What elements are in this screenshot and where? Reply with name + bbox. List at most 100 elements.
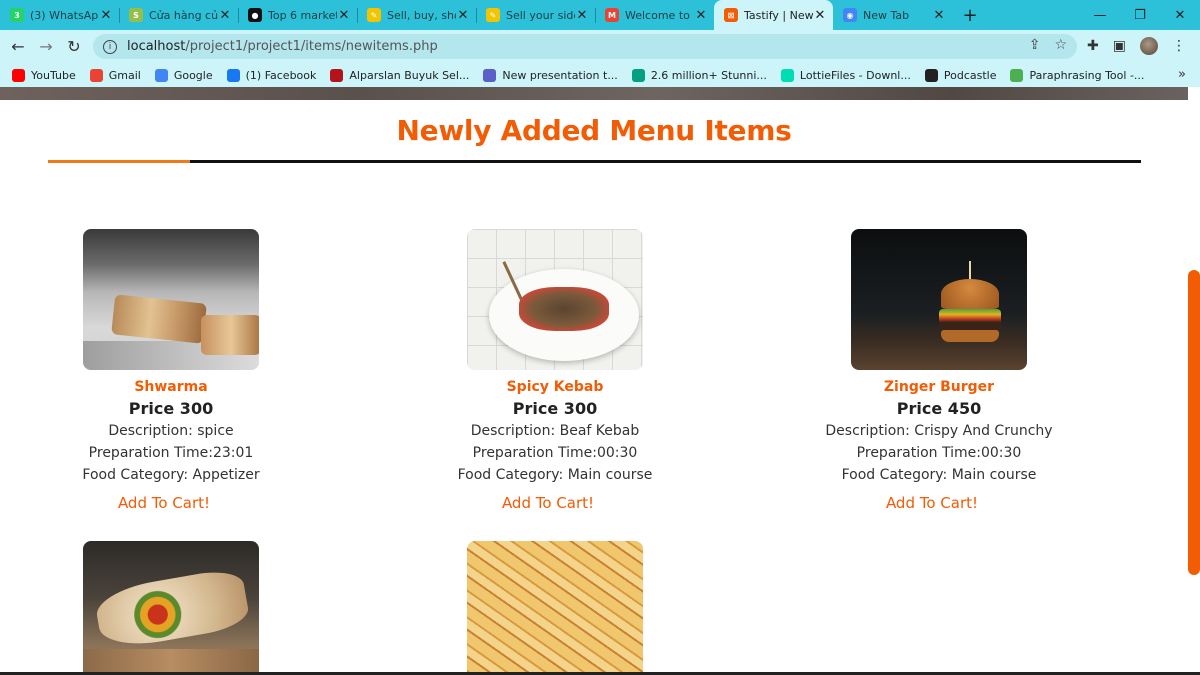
close-tab-icon[interactable]: ✕ bbox=[99, 8, 113, 23]
close-tab-icon[interactable]: ✕ bbox=[337, 8, 351, 23]
close-tab-icon[interactable]: ✕ bbox=[932, 8, 946, 23]
bookmark-item[interactable]: YouTube bbox=[12, 68, 76, 82]
side-panel-icon[interactable]: ▣ bbox=[1113, 38, 1126, 54]
bookmark-favicon-icon bbox=[226, 68, 240, 82]
item-prep-time: Preparation Time:00:30 bbox=[472, 445, 638, 461]
bookmark-item[interactable]: New presentation t... bbox=[483, 68, 618, 82]
bookmark-favicon-icon bbox=[924, 68, 938, 82]
item-price: Price 300 bbox=[512, 399, 598, 418]
whatsapp-icon: 3 bbox=[10, 8, 24, 22]
item-prep-time: Preparation Time:00:30 bbox=[856, 445, 1022, 461]
add-to-cart-button[interactable]: Add To Cart! bbox=[118, 494, 210, 512]
bookmark-star-icon[interactable]: ☆ bbox=[1054, 37, 1067, 53]
new-tab-button[interactable]: + bbox=[956, 0, 984, 30]
tab-title: (3) WhatsApp bbox=[30, 8, 99, 22]
bookmark-item[interactable]: Paraphrasing Tool -... bbox=[1010, 68, 1145, 82]
bookmark-label: Google bbox=[173, 68, 213, 82]
gmail-icon: M bbox=[605, 8, 619, 22]
bookmark-favicon-icon bbox=[483, 68, 497, 82]
restore-button[interactable]: ❐ bbox=[1120, 0, 1160, 30]
bookmark-item[interactable]: Gmail bbox=[89, 68, 141, 82]
browser-tab[interactable]: M Welcome to S ✕ bbox=[595, 0, 714, 30]
bookmark-label: Paraphrasing Tool -... bbox=[1029, 68, 1145, 82]
bookmarks-more-button[interactable]: » bbox=[1178, 67, 1186, 82]
minimize-button[interactable]: — bbox=[1080, 0, 1120, 30]
scrollbar-thumb[interactable] bbox=[1188, 270, 1200, 575]
bookmark-label: (1) Facebook bbox=[245, 68, 317, 82]
browser-tab[interactable]: ⊠ Tastify | New ✕ bbox=[714, 0, 833, 30]
menu-item-card: Spicy Kebab Price 300 Description: Beaf … bbox=[405, 229, 705, 512]
menu-item-card bbox=[21, 541, 321, 675]
close-tab-icon[interactable]: ✕ bbox=[694, 8, 708, 23]
bookmark-item[interactable]: Podcastle bbox=[924, 68, 997, 82]
item-category: Food Category: Appetizer bbox=[82, 467, 260, 483]
bookmark-item[interactable]: Google bbox=[154, 68, 213, 82]
item-price: Price 450 bbox=[896, 399, 982, 418]
bookmark-label: Gmail bbox=[108, 68, 141, 82]
close-window-button[interactable]: ✕ bbox=[1160, 0, 1200, 30]
site-info-icon[interactable]: i bbox=[103, 39, 117, 54]
browser-tab[interactable]: ✎ Sell, buy, sho ✕ bbox=[357, 0, 476, 30]
tab-title: Cửa hàng của bbox=[149, 8, 218, 22]
menu-item-card: Zinger Burger Price 450 Description: Cri… bbox=[789, 229, 1089, 512]
close-tab-icon[interactable]: ✕ bbox=[813, 8, 827, 23]
browser-toolbar: ← → ↻ i localhost/project1/project1/item… bbox=[0, 30, 1200, 63]
url-path: /project1/project1/items/newitems.php bbox=[185, 39, 438, 54]
menu-item-card: Shwarma Price 300 Description: spice Pre… bbox=[21, 229, 321, 512]
item-name: Shwarma bbox=[134, 379, 208, 395]
fries-image bbox=[467, 541, 643, 675]
bookmark-label: LottieFiles - Downl... bbox=[799, 68, 911, 82]
bookmark-item[interactable]: 2.6 million+ Stunni... bbox=[631, 68, 767, 82]
tab-title: New Tab bbox=[863, 8, 910, 22]
shop-icon: S bbox=[129, 8, 143, 22]
item-prep-time: Preparation Time:23:01 bbox=[88, 445, 254, 461]
bookmark-item[interactable]: LottieFiles - Downl... bbox=[780, 68, 911, 82]
share-icon[interactable]: ⇪ bbox=[1029, 37, 1041, 53]
chrome-icon: ◉ bbox=[843, 8, 857, 22]
tab-title: Welcome to S bbox=[625, 8, 694, 22]
item-description: Description: spice bbox=[108, 423, 234, 439]
zinger-burger-image bbox=[851, 229, 1027, 370]
bookmark-item[interactable]: (1) Facebook bbox=[226, 68, 317, 82]
page-title: Newly Added Menu Items bbox=[396, 114, 792, 147]
close-tab-icon[interactable]: ✕ bbox=[575, 8, 589, 23]
bookmark-favicon-icon bbox=[1010, 68, 1024, 82]
url-host: localhost bbox=[127, 39, 186, 54]
bookmark-favicon-icon bbox=[631, 68, 645, 82]
bookmark-label: New presentation t... bbox=[502, 68, 618, 82]
browser-tab[interactable]: ✎ Sell your side ✕ bbox=[476, 0, 595, 30]
tab-strip: 3 (3) WhatsApp ✕ S Cửa hàng của ✕ ● Top 6 marke… bbox=[0, 0, 1200, 30]
menu-item-card bbox=[405, 541, 705, 675]
forward-icon[interactable]: → bbox=[32, 33, 60, 61]
extensions-icon[interactable]: ✚ bbox=[1087, 38, 1099, 54]
browser-chrome: 3 (3) WhatsApp ✕ S Cửa hàng của ✕ ● Top 6 marke… bbox=[0, 0, 1200, 87]
bookmark-favicon-icon bbox=[154, 68, 168, 82]
bookmarks-bar: YouTube Gmail Google (1) Facebook Alparslan … bbox=[0, 63, 1200, 87]
url-text[interactable]: localhost/project1/project1/items/newite… bbox=[127, 39, 438, 54]
browser-tab[interactable]: ● Top 6 market ✕ bbox=[238, 0, 357, 30]
wrap-image bbox=[83, 541, 259, 675]
add-to-cart-button[interactable]: Add To Cart! bbox=[886, 494, 978, 512]
address-bar[interactable]: i localhost/project1/project1/items/newi… bbox=[93, 34, 1077, 59]
bookmark-favicon-icon bbox=[780, 68, 794, 82]
close-tab-icon[interactable]: ✕ bbox=[218, 8, 232, 23]
item-description: Description: Beaf Kebab bbox=[470, 423, 640, 439]
item-description: Description: Crispy And Crunchy bbox=[825, 423, 1053, 439]
menu-icon[interactable]: ⋮ bbox=[1172, 38, 1186, 54]
browser-tab[interactable]: ◉ New Tab ✕ bbox=[833, 0, 952, 30]
bookmark-favicon-icon bbox=[12, 68, 25, 82]
reload-icon[interactable]: ↻ bbox=[60, 33, 88, 61]
pen-icon: ✎ bbox=[367, 8, 381, 22]
profile-avatar[interactable] bbox=[1140, 37, 1158, 55]
close-tab-icon[interactable]: ✕ bbox=[456, 8, 470, 23]
bookmark-item[interactable]: Alparslan Buyuk Sel... bbox=[330, 68, 469, 82]
bookmark-label: Podcastle bbox=[943, 68, 997, 82]
browser-tab[interactable]: S Cửa hàng của ✕ bbox=[119, 0, 238, 30]
browser-tab[interactable]: 3 (3) WhatsApp ✕ bbox=[0, 0, 119, 30]
item-name: Zinger Burger bbox=[883, 379, 995, 395]
back-icon[interactable]: ← bbox=[4, 33, 32, 61]
add-to-cart-button[interactable]: Add To Cart! bbox=[502, 494, 594, 512]
item-price: Price 300 bbox=[128, 399, 214, 418]
item-category: Food Category: Main course bbox=[841, 467, 1037, 483]
tab-title: Tastify | New bbox=[744, 8, 813, 22]
